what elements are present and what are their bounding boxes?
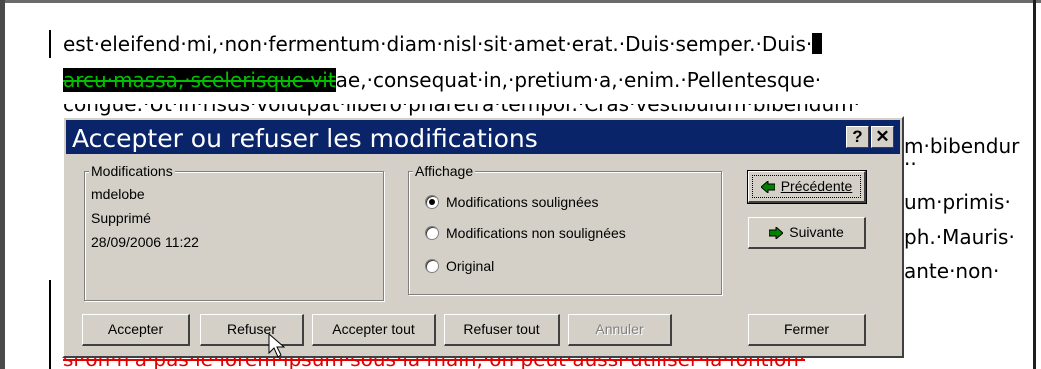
deleted-text: arcu·massa,·scelerisque·vit (63, 68, 336, 92)
help-icon: ? (852, 127, 863, 146)
modifications-group-label: Modifications (89, 163, 175, 179)
close-icon: ✕ (875, 127, 890, 146)
dialog-titlebar[interactable]: Accepter ou refuser les modifications ? … (66, 120, 900, 154)
close-dialog-button[interactable]: Fermer (748, 314, 866, 346)
window-frame-right (1033, 0, 1036, 369)
revision-bar (49, 30, 51, 58)
dialog-title: Accepter ou refuser les modifications (72, 124, 538, 153)
radio-checked-icon (425, 195, 439, 209)
window-frame-top (0, 0, 1041, 3)
next-button[interactable]: Suivante (748, 217, 866, 249)
mouse-pointer-icon (268, 332, 286, 364)
radio-unchecked-icon (425, 259, 439, 273)
document-fragment: .. (904, 146, 917, 170)
text-caret (812, 33, 823, 54)
reject-button[interactable]: Refuser (200, 314, 304, 346)
window-frame-left (0, 0, 5, 369)
radio-unchecked-icon (425, 226, 439, 240)
display-group: Affichage Modifications soulignées Modif… (408, 163, 722, 295)
modification-action: Supprimé (91, 210, 151, 226)
document-fragment: m·bibendur (904, 134, 1020, 158)
accept-reject-dialog: Accepter ou refuser les modifications ? … (62, 116, 904, 358)
document-fragment: um·primis· (904, 190, 1011, 214)
reject-all-button[interactable]: Refuser tout (444, 314, 560, 346)
close-button[interactable]: ✕ (871, 126, 894, 148)
document-line-3[interactable]: congue.·Ut·in·risus·volutpat·libero·phar… (63, 104, 860, 116)
modifications-group: Modifications mdelobe Supprimé 28/09/200… (84, 163, 384, 301)
help-button[interactable]: ? (846, 126, 869, 148)
document-fragment: ph.·Mauris· (904, 225, 1015, 249)
radio-modifications-soulignees[interactable]: Modifications soulignées (425, 194, 599, 210)
document-text: congue.·Ut·in·risus·volutpat·libero·phar… (63, 104, 860, 116)
document-line-2[interactable]: arcu·massa,·scelerisque·vitae,·consequat… (63, 68, 821, 92)
document-fragment: ante·non· (904, 259, 1000, 283)
document-text: ae,·consequat·in,·pretium·a,·enim.·Pelle… (335, 68, 822, 92)
previous-button[interactable]: Précédente (747, 170, 867, 204)
revision-bar (49, 280, 51, 369)
accept-button[interactable]: Accepter (82, 314, 190, 346)
modification-datetime: 28/09/2006 11:22 (91, 234, 199, 250)
radio-modifications-non-soulignees[interactable]: Modifications non soulignées (425, 225, 626, 241)
display-group-label: Affichage (413, 163, 476, 179)
accept-all-button[interactable]: Accepter tout (312, 314, 436, 346)
arrow-right-icon (768, 218, 785, 246)
cancel-button: Annuler (568, 314, 672, 346)
document-text: est·eleifend·mi,·non·fermentum·diam·nisl… (63, 32, 813, 56)
modification-author: mdelobe (91, 186, 145, 202)
document-line-1[interactable]: est·eleifend·mi,·non·fermentum·diam·nisl… (63, 32, 823, 56)
radio-original[interactable]: Original (425, 258, 494, 274)
